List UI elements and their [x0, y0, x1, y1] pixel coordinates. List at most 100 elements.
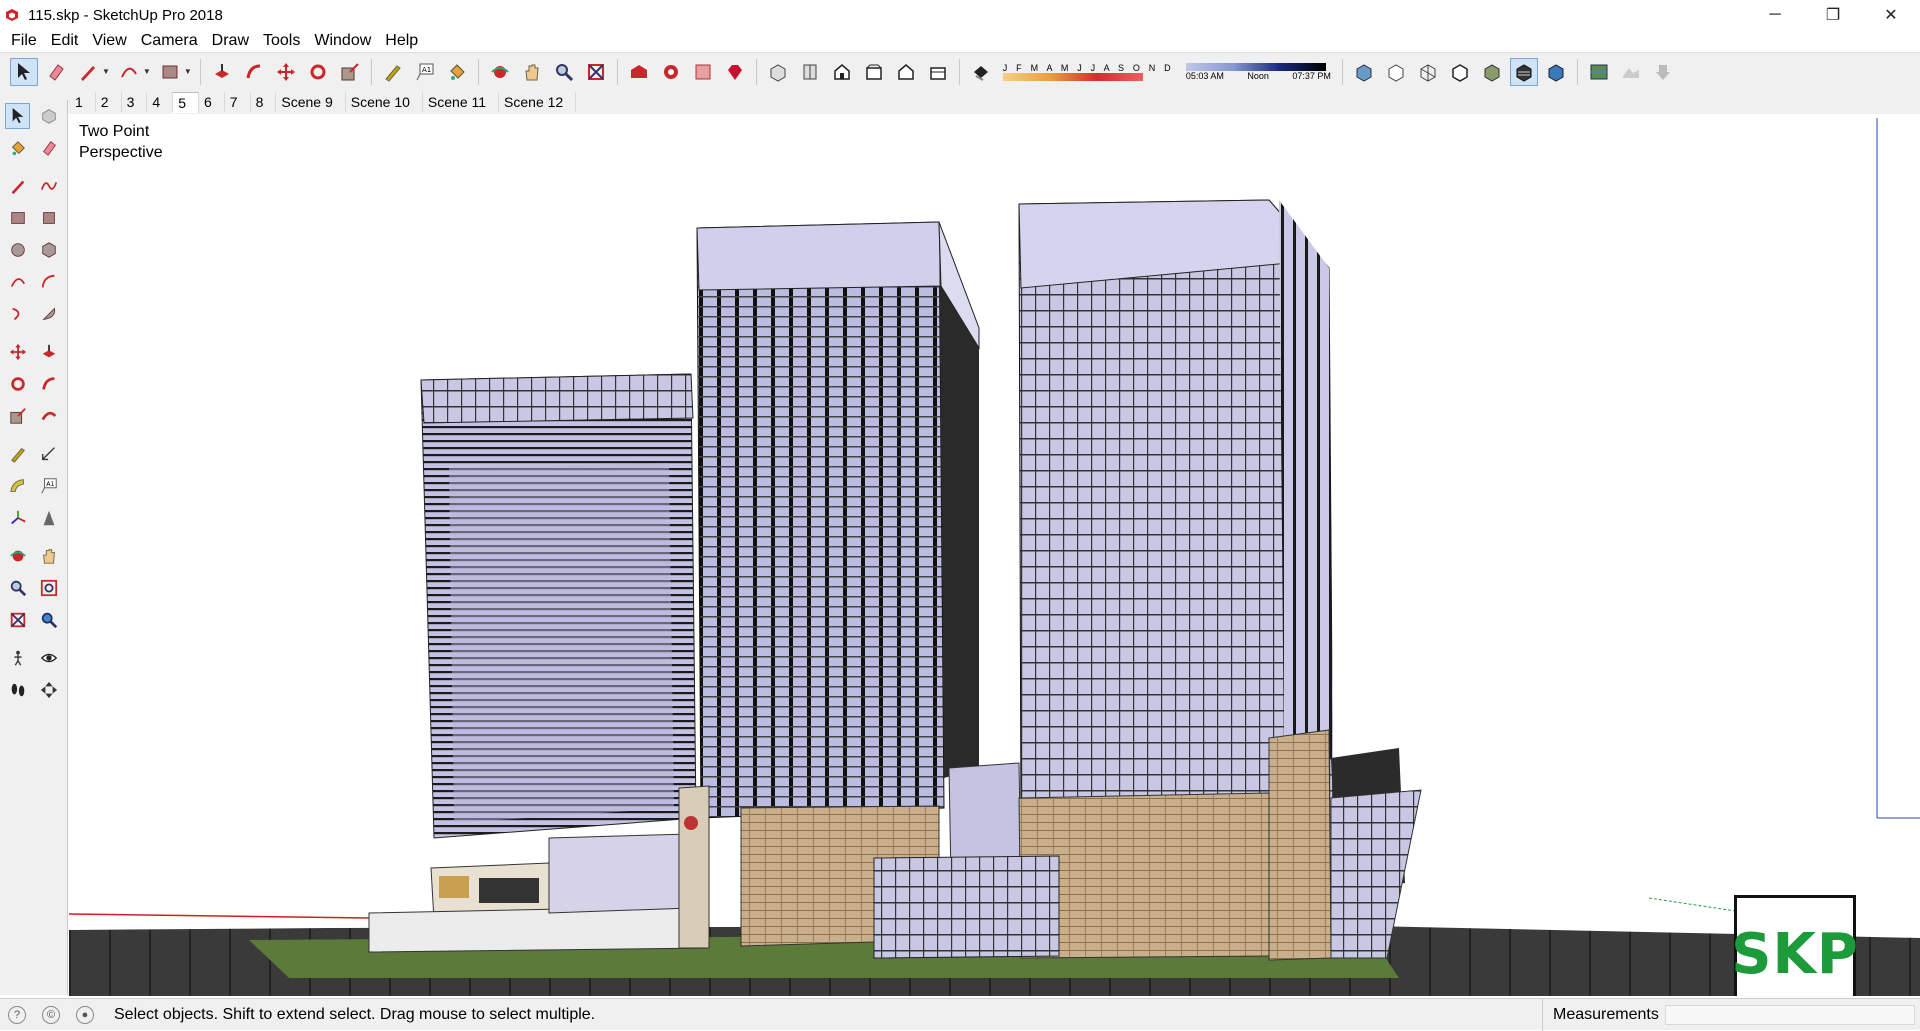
push-pull-button[interactable] [208, 58, 236, 86]
menu-camera[interactable]: Camera [134, 30, 205, 52]
pan-tool[interactable] [36, 543, 61, 569]
view-iso-button[interactable] [764, 58, 792, 86]
scene-tab[interactable]: 4 [147, 92, 174, 112]
view-right-button[interactable] [860, 58, 888, 86]
tape-measure-button[interactable] [379, 58, 407, 86]
rectangle-tool[interactable] [5, 205, 30, 231]
ruby-console-button[interactable] [721, 58, 749, 86]
shaded-button[interactable] [1478, 58, 1506, 86]
circle-tool[interactable] [5, 237, 30, 263]
three-point-arc-tool[interactable] [5, 301, 30, 327]
menu-window[interactable]: Window [307, 30, 378, 52]
scene-tab[interactable]: 2 [96, 92, 122, 112]
tape-measure-tool[interactable] [5, 441, 30, 467]
protractor-tool[interactable] [5, 473, 30, 499]
orbit-tool[interactable] [5, 543, 30, 569]
scale-tool[interactable] [5, 403, 30, 429]
position-camera-tool[interactable] [5, 645, 30, 671]
axes-tool[interactable] [5, 505, 30, 531]
hidden-line-button[interactable] [1446, 58, 1474, 86]
scene-tab[interactable]: Scene 10 [346, 92, 423, 112]
orbit-button[interactable] [486, 58, 514, 86]
look-around-tool[interactable] [36, 645, 61, 671]
view-front-button[interactable] [828, 58, 856, 86]
scene-tab[interactable]: 7 [225, 92, 251, 112]
push-pull-tool[interactable] [36, 339, 61, 365]
zoom-tool[interactable] [5, 575, 30, 601]
walk-tool[interactable] [5, 677, 30, 703]
make-component-tool[interactable] [36, 103, 61, 129]
select-tool[interactable] [5, 103, 31, 129]
previous-view-tool[interactable] [36, 607, 61, 633]
restore-button[interactable]: ❐ [1804, 0, 1862, 30]
zoom-window-tool[interactable] [36, 575, 61, 601]
geo-location-icon[interactable]: ? [8, 1005, 26, 1024]
select-tool-button[interactable] [10, 57, 38, 86]
menu-draw[interactable]: Draw [205, 30, 256, 52]
dimension-tool[interactable] [36, 441, 61, 467]
scene-tab-active[interactable]: 5 [173, 91, 199, 113]
time-slider[interactable] [1185, 62, 1326, 71]
zoom-extents-tool[interactable] [5, 607, 30, 633]
user-account-icon[interactable]: ● [76, 1005, 94, 1024]
month-slider[interactable] [1002, 72, 1143, 81]
polygon-tool[interactable] [36, 237, 61, 263]
menu-file[interactable]: File [4, 30, 44, 52]
eraser-tool[interactable] [36, 135, 61, 161]
offset-tool[interactable] [36, 403, 61, 429]
text-tool[interactable]: A1 [36, 473, 61, 499]
section-plane-tool[interactable] [36, 677, 61, 703]
scene-tab[interactable]: Scene 9 [276, 92, 346, 112]
layout-button[interactable] [689, 58, 717, 86]
scene-tab[interactable]: 3 [122, 92, 148, 112]
paint-bucket-button[interactable] [443, 58, 471, 86]
move-tool[interactable] [5, 339, 30, 365]
paint-bucket-tool[interactable] [5, 135, 30, 161]
shaded-textures-button[interactable] [1509, 57, 1538, 86]
rotated-rectangle-tool[interactable] [36, 205, 61, 231]
line-tool-button[interactable] [74, 58, 102, 86]
chevron-down-icon[interactable]: ▼ [184, 67, 192, 76]
scene-tab[interactable]: 1 [70, 92, 96, 112]
zoom-extents-button[interactable] [582, 58, 610, 86]
photo-textures-button[interactable] [1649, 58, 1677, 86]
chevron-down-icon[interactable]: ▼ [102, 67, 110, 76]
extension-warehouse-button[interactable] [657, 58, 685, 86]
view-left-button[interactable] [924, 58, 952, 86]
pan-button[interactable] [518, 58, 546, 86]
drawing-viewport[interactable]: Two Point Perspective SKP [69, 118, 1920, 996]
line-tool[interactable] [5, 173, 30, 199]
back-edges-button[interactable] [1382, 58, 1410, 86]
view-top-button[interactable] [796, 58, 824, 86]
arc-tool-button[interactable] [115, 58, 143, 86]
pie-tool[interactable] [36, 301, 61, 327]
menu-help[interactable]: Help [378, 30, 425, 52]
minimize-button[interactable]: ─ [1746, 0, 1804, 30]
view-back-button[interactable] [892, 58, 920, 86]
3d-text-tool[interactable] [36, 505, 61, 531]
3d-warehouse-button[interactable] [625, 58, 653, 86]
menu-edit[interactable]: Edit [44, 30, 86, 52]
shadows-toggle-button[interactable] [967, 58, 995, 86]
scale-button[interactable] [336, 58, 364, 86]
add-location-button[interactable] [1585, 58, 1613, 86]
two-point-arc-tool[interactable] [36, 269, 61, 295]
scene-tab[interactable]: 6 [199, 92, 225, 112]
scene-tab[interactable]: 8 [251, 92, 277, 112]
scene-tab[interactable]: Scene 12 [499, 92, 577, 112]
toggle-terrain-button[interactable] [1617, 58, 1645, 86]
menu-tools[interactable]: Tools [256, 30, 307, 52]
wireframe-button[interactable] [1414, 58, 1442, 86]
xray-button[interactable] [1350, 58, 1378, 86]
arc-tool[interactable] [5, 269, 30, 295]
rotate-button[interactable] [304, 58, 332, 86]
credits-icon[interactable]: © [42, 1005, 60, 1024]
move-button[interactable] [272, 58, 300, 86]
follow-me-button[interactable] [240, 58, 268, 86]
text-tool-button[interactable]: A1 [411, 58, 439, 86]
rectangle-tool-button[interactable] [156, 58, 184, 86]
zoom-button[interactable] [550, 58, 578, 86]
follow-me-tool[interactable] [36, 371, 61, 397]
monochrome-button[interactable] [1542, 58, 1570, 86]
rotate-tool[interactable] [5, 371, 30, 397]
